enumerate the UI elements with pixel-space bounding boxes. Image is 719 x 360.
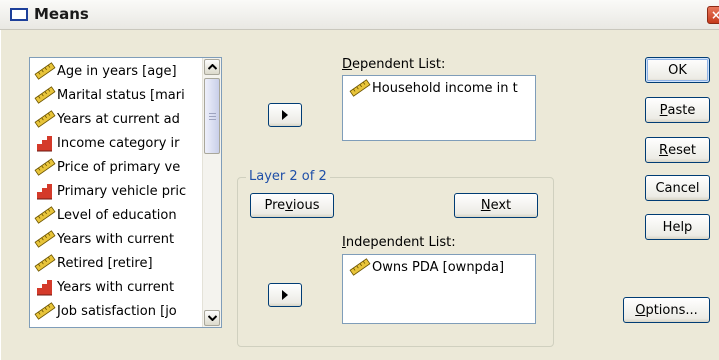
- layer-indicator: Layer 2 of 2: [246, 169, 330, 184]
- window-title: Means: [34, 5, 89, 23]
- ruler-scale-icon: [349, 258, 371, 276]
- help-button[interactable]: Help: [645, 214, 710, 240]
- ruler-scale-icon: [34, 86, 56, 104]
- source-list-item[interactable]: Years at current ad: [34, 108, 202, 130]
- next-layer-button[interactable]: Next: [454, 193, 538, 218]
- scroll-down-button[interactable]: [204, 310, 220, 326]
- window-icon: [10, 8, 28, 21]
- chevron-up-icon: [207, 64, 217, 70]
- scroll-up-button[interactable]: [204, 59, 220, 75]
- reset-button[interactable]: Reset: [645, 137, 710, 163]
- source-list-item[interactable]: Years with current: [34, 228, 202, 250]
- bar-ordinal-icon: [37, 184, 52, 200]
- ok-button[interactable]: OK: [645, 57, 710, 83]
- source-list-item-label: Years with current: [57, 231, 175, 247]
- bar-ordinal-icon: [37, 136, 52, 152]
- source-list-item-label: Price of primary ve: [57, 159, 181, 175]
- source-list-item[interactable]: Price of primary ve: [34, 156, 202, 178]
- previous-layer-button[interactable]: Pre v ious: [250, 193, 334, 218]
- close-icon: ×: [710, 8, 719, 22]
- dependent-list-item[interactable]: Household income in t: [349, 79, 518, 97]
- source-list-item-label: Retired [retire]: [57, 255, 153, 271]
- close-button[interactable]: ×: [707, 6, 719, 24]
- source-list-item[interactable]: Job satisfaction [jo: [34, 300, 202, 322]
- vertical-scrollbar[interactable]: [202, 58, 221, 327]
- ruler-scale-icon: [349, 79, 371, 97]
- independent-list-label: Independent List:: [342, 235, 456, 250]
- ruler-scale-icon: [34, 158, 56, 176]
- source-variable-list[interactable]: Age in years [age] Marital status [mari Ye…: [29, 57, 222, 328]
- ruler-scale-icon: [34, 230, 56, 248]
- cancel-button[interactable]: Cancel: [645, 175, 710, 201]
- title-bar[interactable]: Means ×: [0, 0, 719, 30]
- source-list-item-label: Level of education: [57, 207, 177, 223]
- options-button[interactable]: Options...: [623, 297, 710, 323]
- bar-ordinal-icon: [37, 280, 52, 296]
- move-to-dependent-button[interactable]: [268, 103, 302, 127]
- dependent-list-label: Dependent List:: [342, 57, 446, 72]
- arrow-right-icon: [282, 110, 288, 120]
- source-list-item[interactable]: Retired [retire]: [34, 252, 202, 274]
- dependent-list[interactable]: Household income in t: [342, 75, 536, 141]
- move-to-independent-button[interactable]: [268, 283, 302, 307]
- paste-button[interactable]: Paste: [645, 97, 710, 123]
- source-list-item-label: Job satisfaction [jo: [57, 303, 177, 319]
- ruler-scale-icon: [34, 206, 56, 224]
- source-list-item[interactable]: Years with current: [34, 276, 202, 298]
- independent-list-item[interactable]: Owns PDA [ownpda]: [349, 258, 504, 276]
- source-list-item-label: Income category ir: [57, 135, 180, 151]
- ruler-scale-icon: [34, 110, 56, 128]
- source-list-item-label: Years at current ad: [57, 111, 180, 127]
- source-list-item[interactable]: Age in years [age]: [34, 60, 202, 82]
- source-list-item-label: Primary vehicle pric: [57, 183, 187, 199]
- ruler-scale-icon: [34, 62, 56, 80]
- scroll-thumb[interactable]: [204, 78, 220, 154]
- source-list-item[interactable]: Level of education: [34, 204, 202, 226]
- source-list-item-label: Marital status [mari: [57, 87, 185, 103]
- source-list-item[interactable]: Primary vehicle pric: [34, 180, 202, 202]
- chevron-down-icon: [207, 315, 217, 321]
- independent-list[interactable]: Owns PDA [ownpda]: [342, 254, 536, 324]
- ruler-scale-icon: [34, 254, 56, 272]
- source-list-item[interactable]: Marital status [mari: [34, 84, 202, 106]
- arrow-right-icon: [282, 290, 288, 300]
- source-list-item-label: Age in years [age]: [57, 63, 177, 79]
- source-list-item-label: Years with current: [57, 279, 175, 295]
- source-list-item[interactable]: Income category ir: [34, 132, 202, 154]
- ruler-scale-icon: [34, 302, 56, 320]
